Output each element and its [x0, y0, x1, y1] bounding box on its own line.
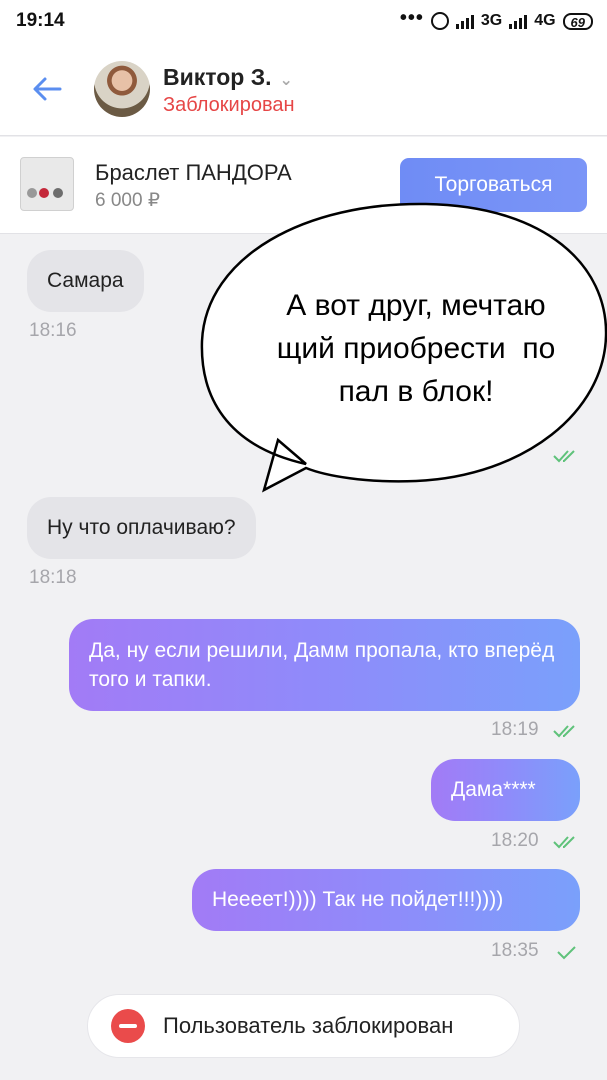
balloon-text: А вот друг, мечтаю щий приобрести по пал…	[236, 284, 596, 413]
blocked-user-banner: Пользователь заблокирован	[87, 994, 520, 1058]
product-thumbnail[interactable]	[20, 157, 74, 211]
signal-icon	[455, 13, 474, 29]
signal-icon-2	[509, 13, 528, 29]
read-check-icon	[553, 725, 575, 738]
battery-level: 69	[570, 14, 585, 30]
balloon-line-1: А вот друг, мечтаю	[286, 289, 546, 322]
balloon-line-3: пал в блок!	[338, 375, 494, 408]
back-arrow-icon[interactable]	[30, 72, 64, 106]
chat-header: Виктор З. ⌄ Заблокирован	[0, 42, 607, 136]
battery-icon: 69	[562, 12, 593, 30]
chevron-down-icon: ⌄	[279, 72, 293, 89]
message-text: Неееет!)))) Так не пойдет!!!))))	[212, 888, 504, 911]
product-price: 6 000 ₽	[95, 190, 160, 211]
message-bubble-out[interactable]: Неееет!)))) Так не пойдет!!!))))	[192, 869, 580, 931]
blocked-notice: Пользователь заблокирован	[163, 1013, 454, 1038]
product-title: Браслет ПАНДОРА	[95, 160, 292, 185]
message-bubble-out[interactable]: Да, ну если решили, Дамм пропала, кто вп…	[69, 619, 580, 711]
balloon-line-2: щий приобрести по	[276, 332, 556, 365]
status-icons: ••• 3G 4G 69	[400, 8, 593, 30]
message-time: 18:19	[491, 719, 539, 740]
status-time: 19:14	[16, 10, 65, 31]
contact-status: Заблокирован	[163, 94, 295, 116]
contact-name: Виктор З.	[163, 64, 272, 90]
network-type-1: 3G	[480, 12, 503, 29]
message-bubble-out[interactable]: Дама****	[431, 759, 580, 821]
status-bar: 19:14 ••• 3G 4G 69	[0, 0, 607, 42]
message-bubble-in[interactable]: Ну что оплачиваю?	[27, 497, 256, 559]
message-time: 18:18	[29, 567, 77, 588]
message-time: 18:20	[491, 830, 539, 851]
message-text: Самара	[47, 269, 124, 292]
message-text: Да, ну если решили, Дамм пропала, кто вп…	[89, 639, 555, 691]
message-text: Дама****	[451, 778, 536, 801]
alarm-icon	[430, 12, 449, 30]
read-check-icon	[553, 836, 575, 849]
message-bubble-in[interactable]: Самара	[27, 250, 144, 312]
contact-name-row[interactable]: Виктор З. ⌄	[163, 64, 293, 91]
blocked-icon	[111, 1009, 145, 1043]
more-dots-icon: •••	[399, 7, 424, 29]
network-type-2: 4G	[534, 12, 556, 29]
message-time: 18:35	[491, 940, 539, 961]
avatar[interactable]	[94, 61, 150, 117]
delivered-check-icon	[557, 946, 576, 960]
message-text: Ну что оплачиваю?	[47, 516, 236, 539]
message-time: 18:16	[29, 320, 77, 341]
